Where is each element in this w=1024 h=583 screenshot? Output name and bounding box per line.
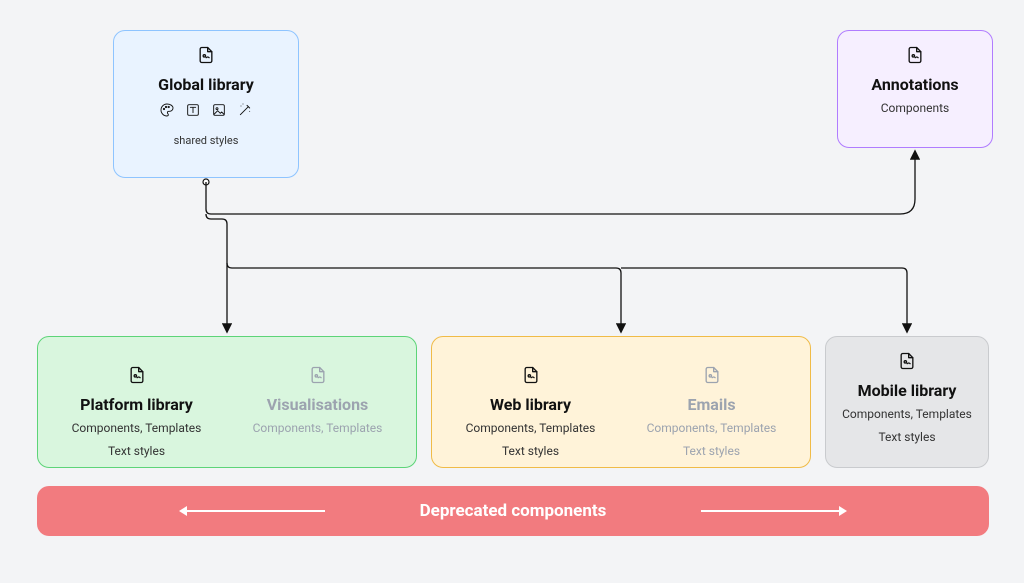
web-column: Web library Components, Templates Text s… bbox=[440, 351, 621, 455]
platform-sub1: Components, Templates bbox=[52, 420, 221, 437]
visualisations-column: Visualisations Components, Templates bbox=[227, 351, 408, 455]
file-icon bbox=[196, 45, 216, 69]
arrow-right-icon bbox=[701, 510, 841, 512]
annotations-card: Annotations Components bbox=[837, 30, 993, 148]
annotations-sub: Components bbox=[846, 100, 984, 117]
file-icon bbox=[127, 365, 147, 389]
platform-column: Platform library Components, Templates T… bbox=[46, 351, 227, 455]
image-icon bbox=[211, 102, 227, 122]
web-sub1: Components, Templates bbox=[446, 420, 615, 437]
file-icon bbox=[905, 45, 925, 69]
global-micro-icons bbox=[122, 102, 290, 122]
palette-icon bbox=[159, 102, 175, 122]
diagram-canvas: Global library shared styles Annotations… bbox=[0, 0, 1024, 583]
file-icon bbox=[308, 365, 328, 389]
deprecated-label: Deprecated components bbox=[420, 501, 607, 521]
platform-title: Platform library bbox=[52, 395, 221, 414]
visualisations-sub: Components, Templates bbox=[233, 420, 402, 437]
global-shared-styles: shared styles bbox=[122, 134, 290, 147]
text-frame-icon bbox=[185, 102, 201, 122]
emails-title: Emails bbox=[627, 395, 796, 414]
file-icon bbox=[521, 365, 541, 389]
visualisations-title: Visualisations bbox=[233, 395, 402, 414]
web-sub2: Text styles bbox=[446, 443, 615, 460]
file-icon bbox=[702, 365, 722, 389]
platform-sub2: Text styles bbox=[52, 443, 221, 460]
emails-column: Emails Components, Templates Text styles bbox=[621, 351, 802, 455]
platform-group-card: Platform library Components, Templates T… bbox=[37, 336, 417, 468]
mobile-sub1: Components, Templates bbox=[834, 406, 980, 423]
arrow-left-icon bbox=[185, 510, 325, 512]
annotations-title: Annotations bbox=[846, 75, 984, 94]
mobile-sub2: Text styles bbox=[834, 429, 980, 446]
global-library-title: Global library bbox=[122, 75, 290, 94]
global-library-card: Global library shared styles bbox=[113, 30, 299, 178]
deprecated-bar: Deprecated components bbox=[37, 486, 989, 536]
web-group-card: Web library Components, Templates Text s… bbox=[431, 336, 811, 468]
mobile-card: Mobile library Components, Templates Tex… bbox=[825, 336, 989, 468]
mobile-title: Mobile library bbox=[834, 381, 980, 400]
emails-sub1: Components, Templates bbox=[627, 420, 796, 437]
web-title: Web library bbox=[446, 395, 615, 414]
emails-sub2: Text styles bbox=[627, 443, 796, 460]
file-icon bbox=[897, 351, 917, 375]
wand-icon bbox=[237, 102, 253, 122]
